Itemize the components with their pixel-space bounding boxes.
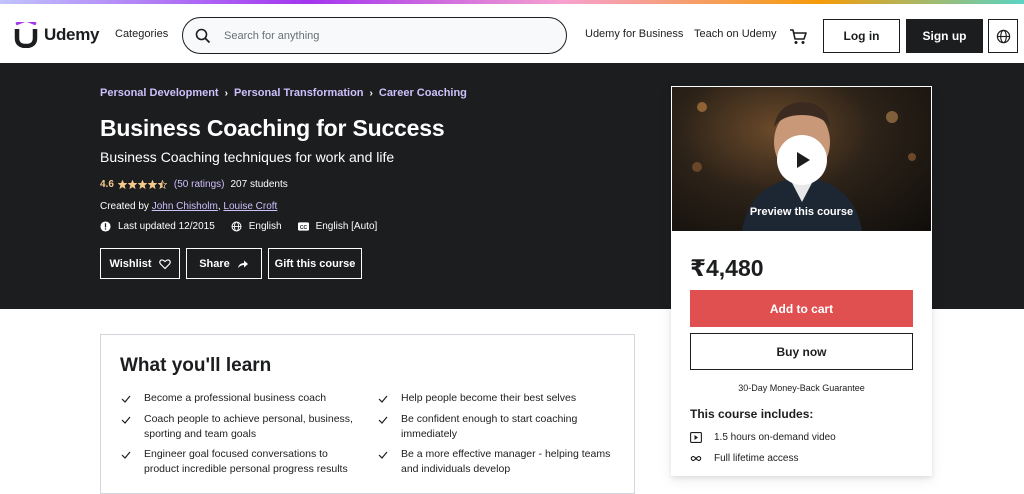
play-icon xyxy=(797,152,810,168)
learn-title: What you'll learn xyxy=(120,355,272,376)
rating-stars xyxy=(117,180,168,189)
learn-item: Coach people to achieve personal, busine… xyxy=(121,412,361,442)
star-icon xyxy=(127,180,137,189)
gift-course-button[interactable]: Gift this course xyxy=(268,248,362,279)
learn-item-text: Coach people to achieve personal, busine… xyxy=(144,413,353,440)
share-button[interactable]: Share xyxy=(186,248,262,279)
search-input[interactable] xyxy=(224,29,524,42)
instructor-separator: , xyxy=(217,201,221,212)
preview-label: Preview this course xyxy=(749,206,854,218)
breadcrumb-personal-development[interactable]: Personal Development xyxy=(100,87,219,99)
learn-item: Help people become their best selves xyxy=(378,391,618,406)
play-button[interactable] xyxy=(777,135,827,185)
udemy-logo-icon xyxy=(14,22,38,48)
search-icon[interactable] xyxy=(195,28,211,44)
course-title: Business Coaching for Success xyxy=(100,115,445,141)
include-item: 1.5 hours on-demand video xyxy=(690,432,836,443)
check-icon xyxy=(121,451,131,459)
globe-icon xyxy=(231,221,242,232)
captions-text: English [Auto] xyxy=(315,221,378,232)
globe-icon xyxy=(996,29,1010,43)
instructor-link[interactable]: John Chisholm xyxy=(152,201,218,212)
course-preview[interactable]: Preview this course xyxy=(672,87,931,231)
course-meta: Last updated 12/2015 English CC English … xyxy=(100,221,393,232)
alert-badge-icon xyxy=(100,221,111,232)
student-count: 207 students xyxy=(230,179,288,190)
created-by: Created by John Chisholm, Louise Croft xyxy=(100,201,277,212)
language: English xyxy=(231,221,282,232)
wishlist-label: Wishlist xyxy=(109,257,152,270)
udemy-logo[interactable]: Udemy xyxy=(12,22,99,48)
course-purchase-card: Preview this course ₹4,480 Add to cart B… xyxy=(671,86,932,476)
infinity-icon xyxy=(690,455,702,462)
add-to-cart-button[interactable]: Add to cart xyxy=(690,290,913,327)
language-button[interactable] xyxy=(988,19,1018,53)
check-icon xyxy=(121,416,131,424)
what-you-learn-section: What you'll learn Become a professional … xyxy=(100,334,635,494)
wishlist-button[interactable]: Wishlist xyxy=(100,248,180,279)
include-item-text: Full lifetime access xyxy=(714,453,799,464)
breadcrumb-career-coaching[interactable]: Career Coaching xyxy=(379,87,467,99)
star-icon xyxy=(137,180,147,189)
instructor-link[interactable]: Louise Croft xyxy=(223,201,277,212)
includes-title: This course includes: xyxy=(690,407,814,421)
star-icon xyxy=(157,180,167,189)
star-icon xyxy=(147,180,157,189)
learn-item-text: Help people become their best selves xyxy=(401,392,577,404)
learn-item: Become a professional business coach xyxy=(121,391,351,406)
logo-text: Udemy xyxy=(44,25,100,44)
closed-captions-icon: CC xyxy=(297,222,309,231)
check-icon xyxy=(378,395,388,403)
cart-icon[interactable] xyxy=(789,29,807,45)
udemy-business-link[interactable]: Udemy for Business xyxy=(585,28,683,40)
money-back-guarantee: 30-Day Money-Back Guarantee xyxy=(738,383,865,393)
login-button[interactable]: Log in xyxy=(823,19,900,53)
last-updated: Last updated 12/2015 xyxy=(100,221,215,232)
chevron-right-icon: › xyxy=(369,87,373,99)
star-icon xyxy=(117,180,127,189)
search-bar[interactable] xyxy=(182,17,567,54)
check-icon xyxy=(378,451,388,459)
categories-link[interactable]: Categories xyxy=(115,28,168,40)
check-icon xyxy=(121,395,131,403)
heart-icon xyxy=(158,258,171,269)
share-label: Share xyxy=(199,257,230,270)
chevron-right-icon: › xyxy=(224,87,228,99)
rating-count[interactable]: (50 ratings) xyxy=(174,179,225,190)
include-item-text: 1.5 hours on-demand video xyxy=(714,432,836,443)
course-subtitle: Business Coaching techniques for work an… xyxy=(100,149,395,165)
svg-text:CC: CC xyxy=(299,225,307,231)
learn-item-text: Become a professional business coach xyxy=(144,392,327,404)
teach-link[interactable]: Teach on Udemy xyxy=(694,28,777,40)
rating-value: 4.6 xyxy=(100,179,114,190)
signup-button[interactable]: Sign up xyxy=(906,19,983,53)
breadcrumb-personal-transformation[interactable]: Personal Transformation xyxy=(234,87,364,99)
created-by-label: Created by xyxy=(100,201,149,212)
share-arrow-icon xyxy=(237,260,248,268)
course-price: ₹4,480 xyxy=(690,255,764,281)
include-item: Full lifetime access xyxy=(690,453,798,464)
captions: CC English [Auto] xyxy=(297,221,378,232)
video-icon xyxy=(690,432,702,443)
learn-item-text: Be confident enough to start coaching im… xyxy=(401,413,578,440)
learn-item-text: Engineer goal focused conversations to p… xyxy=(144,448,348,475)
rating-row: 4.6 (50 ratings) 207 students xyxy=(100,179,288,190)
header: Udemy Categories Udemy for Business Teac… xyxy=(0,4,1024,63)
breadcrumb: Personal Development › Personal Transfor… xyxy=(100,87,467,99)
last-updated-text: Last updated 12/2015 xyxy=(118,221,215,232)
language-text: English xyxy=(248,221,282,232)
learn-item-text: Be a more effective manager - helping te… xyxy=(401,448,611,475)
learn-item: Be a more effective manager - helping te… xyxy=(378,447,618,477)
learn-item: Engineer goal focused conversations to p… xyxy=(121,447,361,477)
buy-now-button[interactable]: Buy now xyxy=(690,333,913,370)
learn-item: Be confident enough to start coaching im… xyxy=(378,412,608,442)
check-icon xyxy=(378,416,388,424)
